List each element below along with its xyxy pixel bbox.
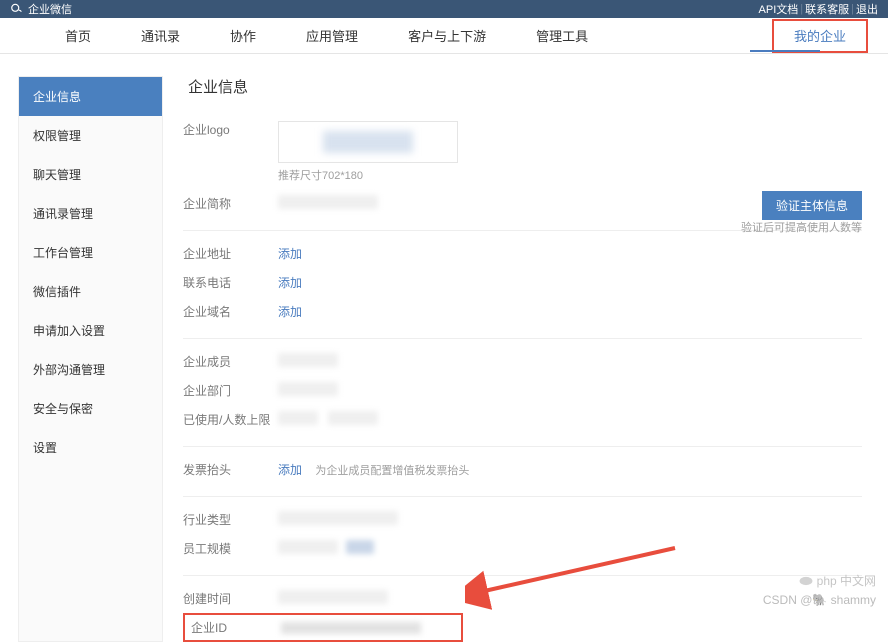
- row-industry: 行业类型: [183, 505, 862, 534]
- sidebar-item-wechat-plugin[interactable]: 微信插件: [19, 272, 162, 311]
- sidebar: 企业信息 权限管理 聊天管理 通讯录管理 工作台管理 微信插件 申请加入设置 外…: [18, 76, 163, 642]
- label-members: 企业成员: [183, 353, 278, 370]
- brand: 企业微信: [10, 1, 72, 17]
- corpid-value: [281, 622, 421, 634]
- logo-hint: 推荐尺寸702*180: [278, 167, 862, 183]
- label-logo: 企业logo: [183, 121, 278, 138]
- sidebar-item-external-comm[interactable]: 外部沟通管理: [19, 350, 162, 389]
- label-dept: 企业部门: [183, 382, 278, 399]
- add-address-link[interactable]: 添加: [278, 247, 302, 261]
- verify-hint: 验证后可提高使用人数等: [741, 219, 862, 235]
- watermark-phpcn: php 中文网: [799, 572, 876, 589]
- add-domain-link[interactable]: 添加: [278, 305, 302, 319]
- header-links: API文档 | 联系客服 | 退出: [759, 1, 878, 17]
- nav-home[interactable]: 首页: [40, 18, 116, 54]
- brand-text: 企业微信: [28, 1, 72, 17]
- row-invoice: 发票抬头 添加 为企业成员配置增值税发票抬头: [183, 455, 862, 484]
- add-phone-link[interactable]: 添加: [278, 276, 302, 290]
- label-scale: 员工规模: [183, 540, 278, 557]
- nav-myenterprise[interactable]: 我的企业: [772, 19, 868, 53]
- row-members: 企业成员: [183, 347, 862, 376]
- sidebar-item-settings[interactable]: 设置: [19, 428, 162, 467]
- invoice-hint: 为企业成员配置增值税发票抬头: [315, 465, 469, 477]
- nav-tools[interactable]: 管理工具: [511, 18, 613, 54]
- wecom-logo-icon: [10, 2, 24, 16]
- label-corpid: 企业ID: [191, 619, 281, 636]
- logo-preview[interactable]: [278, 121, 458, 163]
- sidebar-item-contacts[interactable]: 通讯录管理: [19, 194, 162, 233]
- logout-link[interactable]: 退出: [856, 1, 878, 17]
- verify-button[interactable]: 验证主体信息: [762, 191, 862, 220]
- label-industry: 行业类型: [183, 511, 278, 528]
- row-domain: 企业域名 添加: [183, 297, 862, 326]
- row-used: 已使用/人数上限: [183, 405, 862, 434]
- sidebar-item-security[interactable]: 安全与保密: [19, 389, 162, 428]
- label-phone: 联系电话: [183, 274, 278, 291]
- row-phone: 联系电话 添加: [183, 268, 862, 297]
- row-address: 企业地址 添加: [183, 239, 862, 268]
- label-used: 已使用/人数上限: [183, 411, 278, 428]
- add-invoice-link[interactable]: 添加: [278, 463, 302, 477]
- corpid-highlight-box: 企业ID: [183, 613, 463, 642]
- label-name: 企业简称: [183, 195, 278, 212]
- sidebar-item-enterprise-info[interactable]: 企业信息: [19, 77, 162, 116]
- row-logo: 企业logo 推荐尺寸702*180: [183, 115, 862, 189]
- label-createtime: 创建时间: [183, 590, 278, 607]
- row-name: 企业简称 验证主体信息 验证后可提高使用人数等: [183, 189, 862, 218]
- annotation-arrow-icon: [465, 540, 685, 610]
- sidebar-item-permissions[interactable]: 权限管理: [19, 116, 162, 155]
- watermark-csdn: CSDN @🐘 shammy: [763, 593, 876, 607]
- page-title: 企业信息: [183, 76, 862, 97]
- label-address: 企业地址: [183, 245, 278, 262]
- sidebar-item-chat[interactable]: 聊天管理: [19, 155, 162, 194]
- label-invoice: 发票抬头: [183, 461, 278, 478]
- nav-apps[interactable]: 应用管理: [281, 18, 383, 54]
- main-nav: 首页 通讯录 协作 应用管理 客户与上下游 管理工具 我的企业: [0, 18, 888, 54]
- sidebar-item-join-settings[interactable]: 申请加入设置: [19, 311, 162, 350]
- nav-customers[interactable]: 客户与上下游: [383, 18, 511, 54]
- php-logo-icon: [799, 574, 813, 588]
- nav-collab[interactable]: 协作: [205, 18, 281, 54]
- support-link[interactable]: 联系客服: [805, 1, 849, 17]
- sidebar-item-workbench[interactable]: 工作台管理: [19, 233, 162, 272]
- top-header: 企业微信 API文档 | 联系客服 | 退出: [0, 0, 888, 18]
- api-doc-link[interactable]: API文档: [759, 1, 799, 17]
- label-domain: 企业域名: [183, 303, 278, 320]
- row-dept: 企业部门: [183, 376, 862, 405]
- nav-contacts[interactable]: 通讯录: [116, 18, 205, 54]
